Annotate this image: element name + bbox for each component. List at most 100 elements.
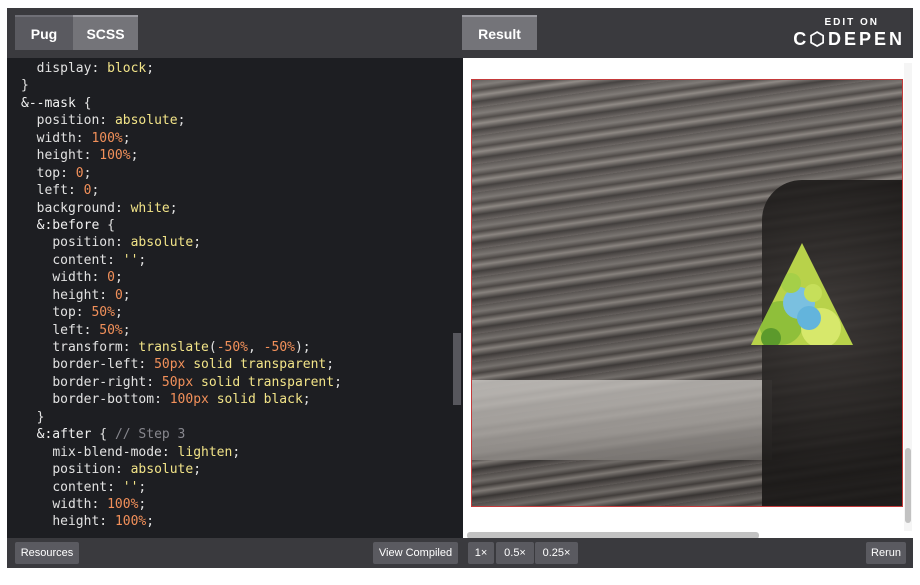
code-line[interactable]: &:after { // Step 3 bbox=[21, 426, 342, 443]
code-token: &:before bbox=[36, 217, 100, 233]
tab-scss[interactable]: SCSS bbox=[73, 15, 138, 50]
code-token: ( bbox=[208, 340, 217, 355]
code-token: width bbox=[52, 496, 92, 512]
bottom-bar: Resources View Compiled 1× 0.5× 0.25× Re… bbox=[7, 538, 913, 568]
codepen-logo[interactable]: C⬡DEPEN bbox=[793, 29, 905, 50]
code-line[interactable]: display: block; bbox=[21, 60, 342, 77]
editor-vertical-scrollbar[interactable] bbox=[453, 333, 461, 405]
code-token: solid black bbox=[216, 392, 303, 408]
edit-on-label[interactable]: EDIT ON bbox=[824, 17, 879, 28]
code-line[interactable]: height: 100%; bbox=[21, 147, 342, 164]
result-pane[interactable] bbox=[463, 58, 913, 539]
code-token: 100% bbox=[107, 496, 139, 512]
code-line[interactable]: top: 0; bbox=[21, 165, 342, 182]
code-token: solid transparent bbox=[201, 374, 335, 390]
code-token: 100px bbox=[169, 392, 209, 408]
code-token: ; bbox=[138, 252, 147, 268]
code-token: position bbox=[52, 462, 115, 478]
code-block[interactable]: display: block;} &--mask { position: abso… bbox=[21, 60, 342, 531]
code-line[interactable]: &--mask { bbox=[21, 95, 342, 112]
code-line[interactable]: position: absolute; bbox=[21, 461, 342, 478]
zoom-05x-button[interactable]: 0.5× bbox=[496, 542, 534, 564]
zoom-1x-button[interactable]: 1× bbox=[468, 542, 494, 564]
zoom-025x-button[interactable]: 0.25× bbox=[535, 542, 578, 564]
code-token: content bbox=[52, 479, 108, 495]
code-line[interactable]: border-left: 50px solid transparent; bbox=[21, 356, 342, 373]
code-line[interactable]: &:before { bbox=[21, 217, 342, 234]
code-token: solid transparent bbox=[193, 357, 327, 373]
code-token: : bbox=[161, 444, 178, 460]
result-vertical-scrollbar[interactable] bbox=[905, 448, 911, 523]
code-token: 50% bbox=[91, 305, 115, 321]
code-token: : bbox=[107, 479, 123, 495]
code-token: : bbox=[114, 235, 131, 251]
wood-photo bbox=[471, 79, 903, 507]
code-line[interactable]: transform: translate(-50%, -50%); bbox=[21, 339, 342, 356]
scss-editor[interactable]: display: block;} &--mask { position: abso… bbox=[7, 58, 462, 538]
code-token: : bbox=[99, 514, 115, 530]
code-token: absolute bbox=[114, 113, 178, 129]
code-token: : bbox=[67, 183, 84, 199]
code-line[interactable]: } bbox=[21, 77, 342, 94]
code-token: ; bbox=[334, 374, 342, 390]
rerun-button[interactable]: Rerun bbox=[866, 542, 906, 564]
code-line[interactable]: } bbox=[21, 409, 342, 426]
code-line[interactable]: width: 100%; bbox=[21, 130, 342, 147]
tab-result[interactable]: Result bbox=[462, 15, 537, 50]
code-line[interactable]: left: 0; bbox=[21, 182, 342, 199]
code-token: ); bbox=[294, 340, 311, 355]
code-line[interactable]: width: 0; bbox=[21, 269, 342, 286]
code-line[interactable]: position: absolute; bbox=[21, 112, 342, 129]
code-token: : bbox=[75, 130, 92, 146]
code-token: --mask bbox=[28, 95, 76, 111]
code-token: { bbox=[99, 217, 115, 233]
view-compiled-button[interactable]: View Compiled bbox=[373, 542, 458, 564]
code-line[interactable]: top: 50%; bbox=[21, 304, 342, 321]
photo-light-wood bbox=[472, 380, 772, 460]
code-token: height bbox=[52, 514, 100, 530]
code-token: ; bbox=[122, 322, 131, 338]
code-token: { bbox=[75, 95, 92, 111]
code-token: top bbox=[36, 165, 61, 181]
code-token: : bbox=[83, 148, 100, 164]
code-token: : bbox=[138, 357, 155, 373]
triangle-mask bbox=[751, 243, 853, 345]
code-line[interactable]: width: 100%; bbox=[21, 496, 342, 513]
code-token: lighten bbox=[177, 444, 233, 460]
top-bar: Pug SCSS Result EDIT ON C⬡DEPEN bbox=[7, 8, 913, 58]
code-token: -50% bbox=[216, 340, 249, 355]
code-token: 50px bbox=[161, 374, 194, 390]
code-line[interactable]: content: ''; bbox=[21, 479, 342, 496]
code-token: absolute bbox=[130, 235, 194, 251]
code-line[interactable]: mix-blend-mode: lighten; bbox=[21, 444, 342, 461]
code-line[interactable]: left: 50%; bbox=[21, 322, 342, 339]
code-token: : bbox=[83, 322, 100, 338]
code-token: ; bbox=[169, 200, 178, 216]
code-line[interactable]: position: absolute; bbox=[21, 234, 342, 251]
code-token: ; bbox=[122, 287, 131, 303]
tab-pug[interactable]: Pug bbox=[15, 15, 73, 50]
code-token: ; bbox=[83, 165, 92, 181]
code-token: 100% bbox=[99, 148, 131, 164]
code-line[interactable]: border-bottom: 100px solid black; bbox=[21, 391, 342, 408]
code-line[interactable]: background: white; bbox=[21, 200, 342, 217]
code-line[interactable]: height: 100%; bbox=[21, 513, 342, 530]
code-line[interactable]: border-right: 50px solid transparent; bbox=[21, 374, 342, 391]
code-token: border-left bbox=[52, 357, 139, 373]
resources-button[interactable]: Resources bbox=[15, 542, 79, 564]
code-token: : bbox=[146, 374, 162, 390]
code-line[interactable]: content: ''; bbox=[21, 252, 342, 269]
code-line[interactable]: height: 0; bbox=[21, 287, 342, 304]
code-token: ; bbox=[138, 479, 147, 495]
